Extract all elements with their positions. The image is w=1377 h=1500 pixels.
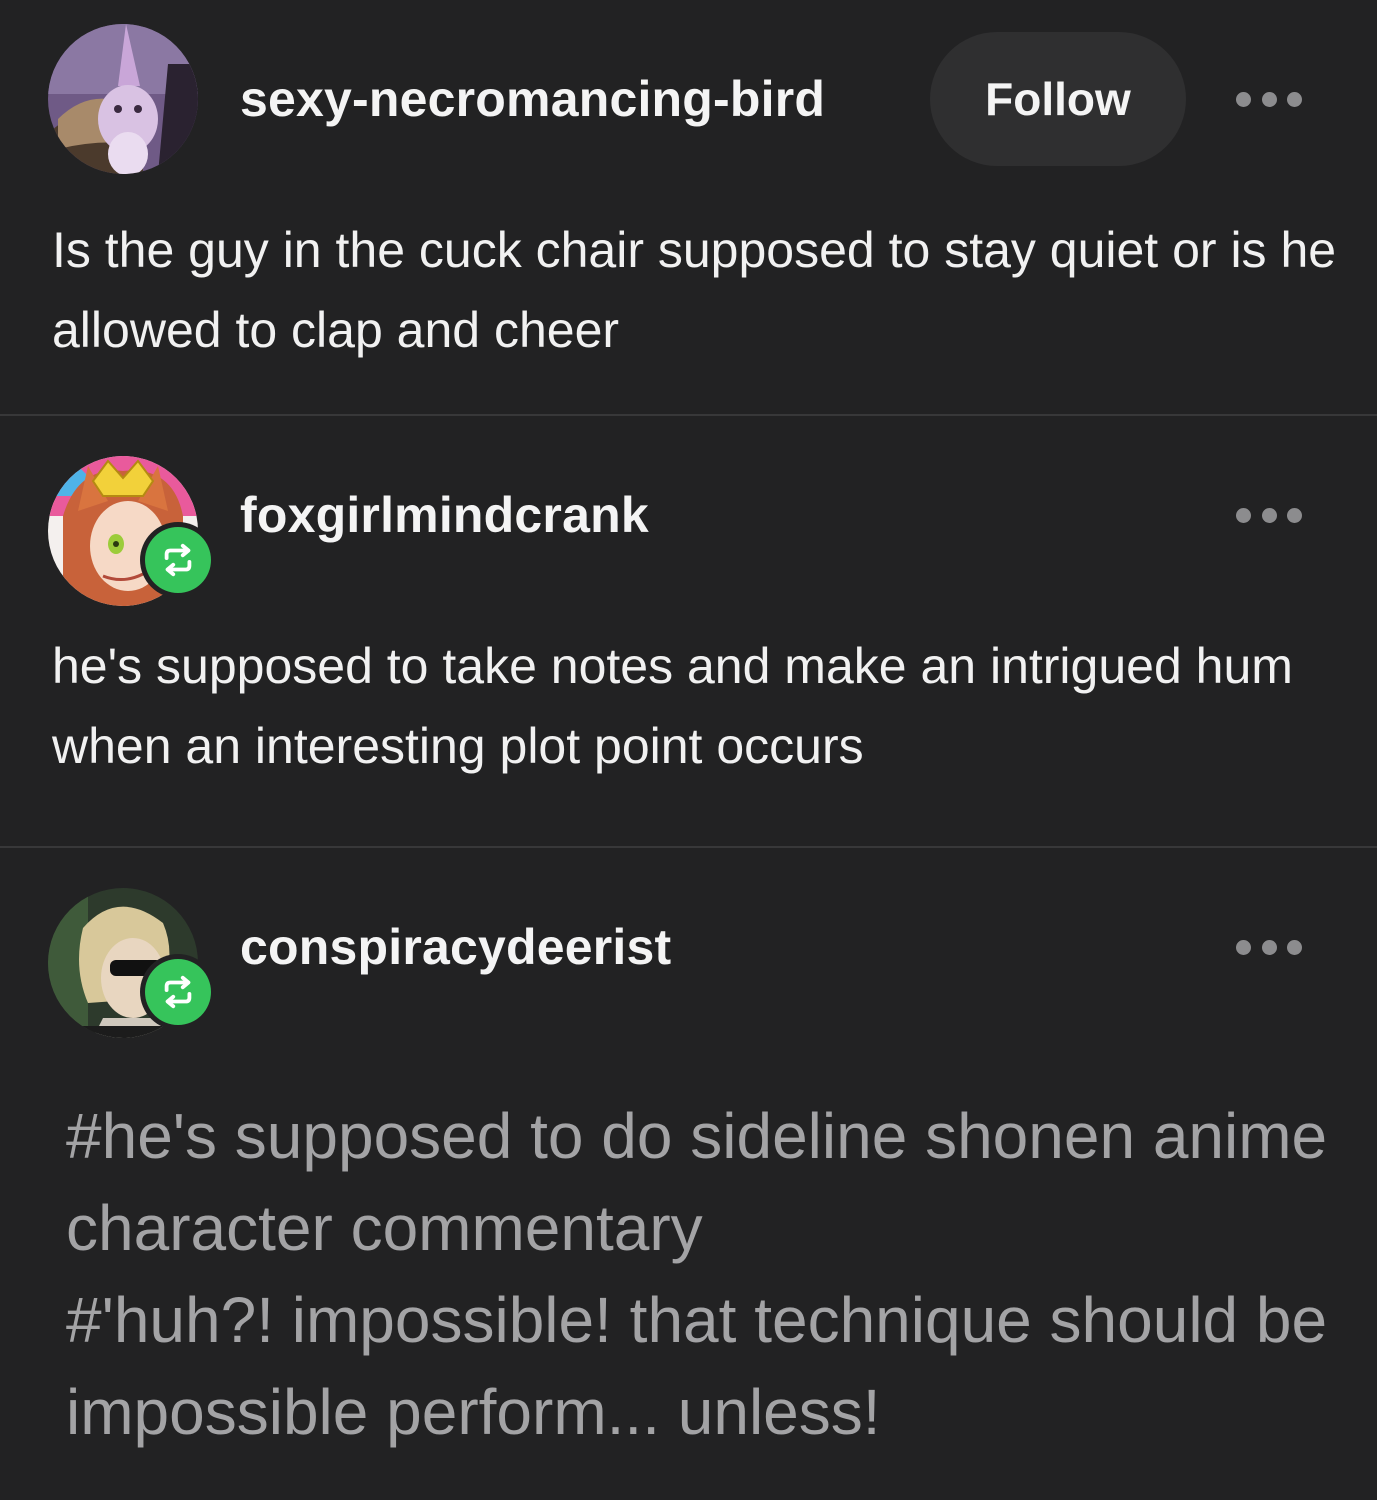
dot: [1261, 507, 1277, 523]
reblog-badge: [140, 954, 216, 1030]
dot: [1236, 939, 1251, 955]
post-card: sexy-necromancing-bird Follow Is the guy…: [0, 0, 1377, 416]
tag-list: #he's supposed to do sideline shonen ani…: [66, 1090, 1366, 1458]
dot: [1287, 507, 1302, 523]
username[interactable]: sexy-necromancing-bird: [240, 70, 825, 128]
username[interactable]: conspiracydeerist: [240, 918, 671, 976]
dot: [1261, 91, 1277, 107]
reblog-badge: [140, 522, 216, 598]
reblog-icon: [164, 543, 192, 577]
more-options-icon[interactable]: [1236, 937, 1302, 957]
post-body: Is the guy in the cuck chair supposed to…: [52, 222, 1337, 358]
username[interactable]: foxgirlmindcrank: [240, 486, 649, 544]
reblog-icon: [164, 975, 192, 1009]
more-options-icon[interactable]: [1236, 89, 1302, 109]
more-options-icon[interactable]: [1236, 505, 1302, 525]
follow-button[interactable]: Follow: [930, 32, 1186, 166]
tag[interactable]: #he's supposed to do sideline shonen ani…: [66, 1090, 1366, 1274]
avatar[interactable]: [48, 24, 198, 174]
tag[interactable]: #'huh?! impossible! that technique shoul…: [66, 1274, 1366, 1458]
post-body: he's supposed to take notes and make an …: [52, 638, 1293, 774]
post-card: foxgirlmindcrank he's supposed to take n…: [0, 416, 1377, 848]
dot: [1236, 507, 1251, 523]
pink-cat-avatar-image: [48, 24, 198, 174]
dot: [1236, 91, 1251, 107]
dot: [1287, 939, 1302, 955]
dot: [1261, 939, 1277, 955]
dot: [1287, 91, 1302, 107]
post-card: conspiracydeerist #he's supposed to do s…: [0, 848, 1377, 1500]
